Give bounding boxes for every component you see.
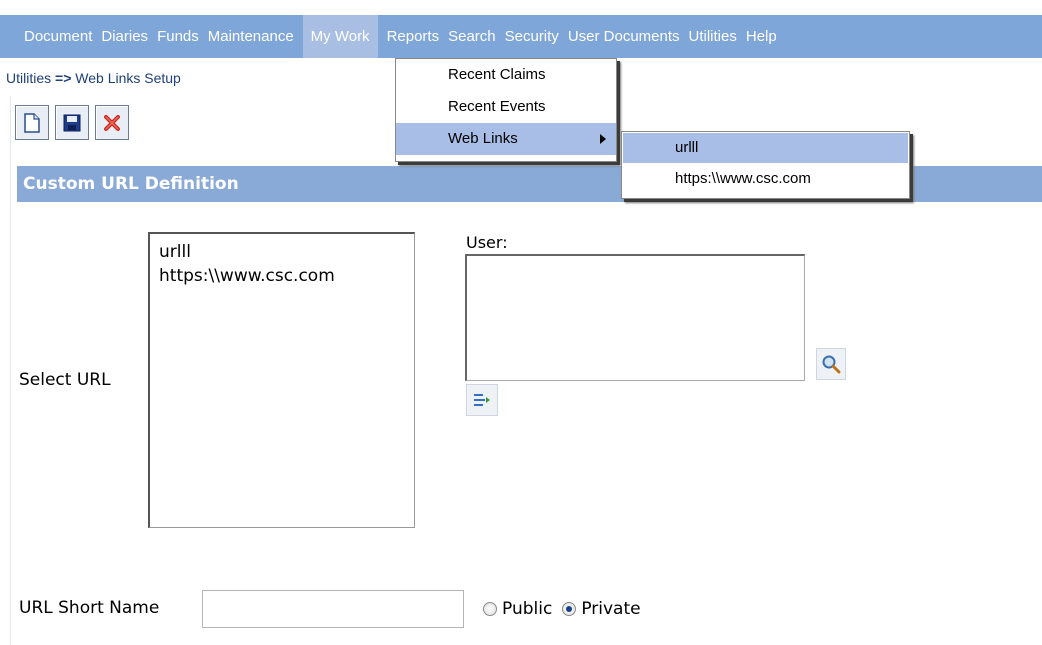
new-button[interactable] [15,105,49,140]
toolbar [15,105,129,140]
magnifier-icon [822,355,841,374]
save-disk-icon [63,114,81,131]
menu-user-documents[interactable]: User Documents [568,28,689,45]
submenu-item-urlll[interactable]: urlll [623,133,908,163]
user-listbox[interactable] [465,254,805,381]
delete-x-icon [104,114,120,131]
menu-item-web-links[interactable]: Web Links [396,123,616,155]
user-label: User: [466,233,508,252]
menu-utilities[interactable]: Utilities [689,28,746,45]
user-lookup-button[interactable] [816,348,846,380]
list-item[interactable]: https:\\www.csc.com [159,264,414,288]
public-radio[interactable] [483,602,497,616]
submenu-arrow-icon [600,134,606,144]
private-radio[interactable] [562,602,577,616]
menu-reports[interactable]: Reports [387,28,449,45]
save-button[interactable] [55,105,89,140]
breadcrumb-parent[interactable]: Utilities [6,70,51,86]
list-item[interactable]: urlll [159,240,414,264]
visibility-radio-group: Public Private [473,599,641,619]
private-radio-label: Private [581,599,641,619]
list-remove-icon [474,394,490,406]
menu-search[interactable]: Search [448,28,505,45]
breadcrumb-separator: => [55,70,72,86]
menu-item-web-links-label: Web Links [448,130,518,147]
url-short-name-input[interactable] [202,590,464,628]
submenu-item-csc[interactable]: https:\\www.csc.com [623,164,908,194]
delete-button[interactable] [95,105,129,140]
select-url-label: Select URL [19,370,111,390]
my-work-dropdown-menu: Recent Claims Recent Events Web Links [395,58,617,162]
menu-my-work[interactable]: My Work [302,15,378,58]
menu-maintenance[interactable]: Maintenance [208,28,303,45]
public-radio-label: Public [502,599,553,619]
breadcrumb: Utilities => Web Links Setup [6,70,181,86]
menu-item-recent-events[interactable]: Recent Events [396,91,616,123]
breadcrumb-current: Web Links Setup [75,70,181,86]
url-listbox[interactable]: urlll https:\\www.csc.com [148,232,415,528]
remove-user-button[interactable] [466,384,498,416]
content-border [10,96,11,645]
menu-document[interactable]: Document [0,28,101,45]
menu-item-recent-claims[interactable]: Recent Claims [396,59,616,91]
menu-help[interactable]: Help [746,28,786,45]
menu-funds[interactable]: Funds [157,28,208,45]
web-links-submenu: urlll https:\\www.csc.com [621,131,910,199]
url-short-name-label: URL Short Name [19,598,160,618]
main-menubar: Document Diaries Funds Maintenance My Wo… [0,15,1042,58]
menu-diaries[interactable]: Diaries [101,28,157,45]
new-document-icon [24,112,40,133]
menu-security[interactable]: Security [505,28,568,45]
